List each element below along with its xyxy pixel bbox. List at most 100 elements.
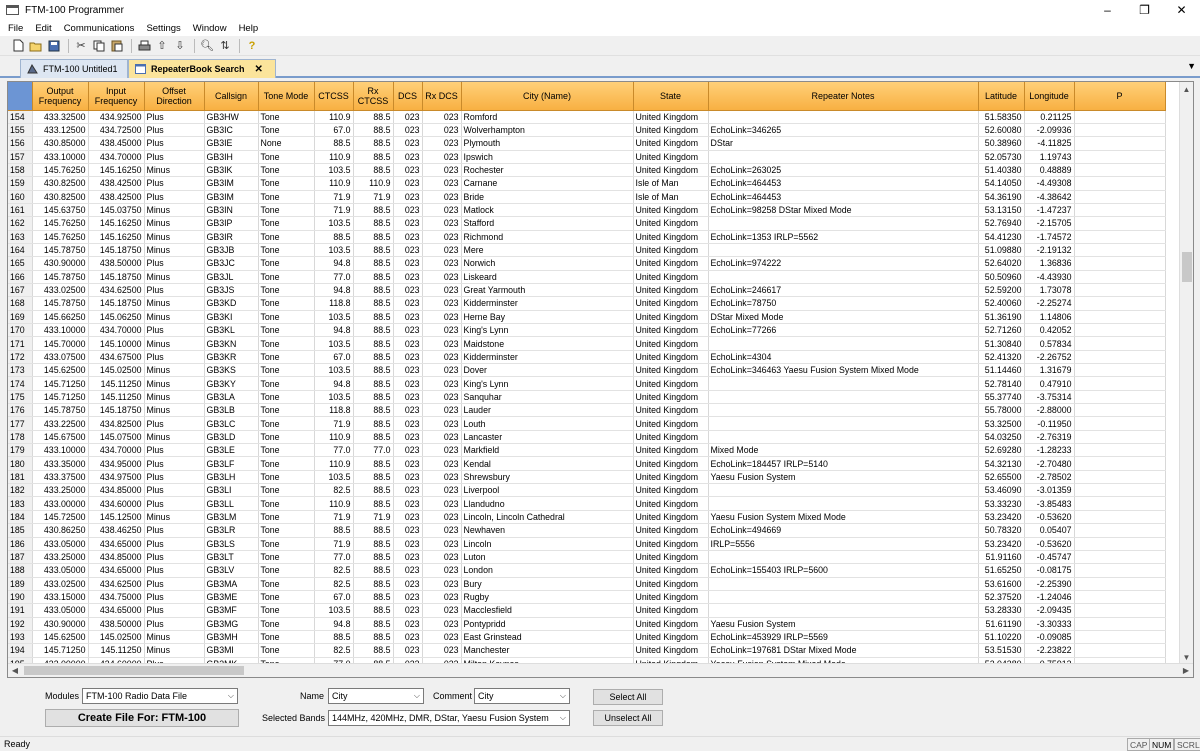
table-row[interactable]: 170 433.10000 434.70000 Plus GB3KL Tone 94.8 88… xyxy=(8,323,1166,338)
rx-ctcss-cell[interactable]: 88.5 xyxy=(353,577,394,591)
offset-direction-cell[interactable]: Minus xyxy=(144,390,205,405)
rx-dcs-cell[interactable]: 023 xyxy=(422,123,462,138)
ctcss-cell[interactable]: 82.5 xyxy=(314,577,354,591)
move-down-icon[interactable]: ⇩ xyxy=(172,38,188,54)
callsign-cell[interactable]: GB3KY xyxy=(204,376,259,391)
tone-mode-cell[interactable]: Tone xyxy=(258,643,315,658)
p-cell[interactable] xyxy=(1074,310,1166,325)
rx-ctcss-cell[interactable]: 88.5 xyxy=(353,243,394,258)
tone-mode-cell[interactable]: Tone xyxy=(258,630,315,645)
rx-dcs-cell[interactable]: 023 xyxy=(422,176,462,191)
state-cell[interactable]: United Kingdom xyxy=(633,563,709,578)
input-frequency-cell[interactable]: 145.16250 xyxy=(88,163,145,178)
longitude-cell[interactable]: -2.09435 xyxy=(1024,603,1075,618)
column-header[interactable]: City (Name) xyxy=(461,82,634,111)
latitude-cell[interactable]: 50.38960 xyxy=(978,136,1025,151)
city-cell[interactable]: Ipswich xyxy=(461,150,634,164)
dcs-cell[interactable]: 023 xyxy=(393,537,423,551)
repeater-notes-cell[interactable] xyxy=(708,336,979,351)
rx-dcs-cell[interactable]: 023 xyxy=(422,376,462,391)
longitude-cell[interactable]: 0.05407 xyxy=(1024,523,1075,538)
callsign-cell[interactable]: GB3LR xyxy=(204,523,259,538)
open-icon[interactable] xyxy=(28,38,44,54)
offset-direction-cell[interactable]: Plus xyxy=(144,136,205,151)
rx-dcs-cell[interactable]: 023 xyxy=(422,336,462,351)
rx-ctcss-cell[interactable]: 110.9 xyxy=(353,176,394,191)
rx-dcs-cell[interactable]: 023 xyxy=(422,203,462,218)
callsign-cell[interactable]: GB3MH xyxy=(204,630,259,645)
row-number[interactable]: 189 xyxy=(8,577,33,591)
repeater-notes-cell[interactable] xyxy=(708,243,979,258)
longitude-cell[interactable]: -2.70480 xyxy=(1024,456,1075,471)
offset-direction-cell[interactable]: Minus xyxy=(144,403,205,418)
callsign-cell[interactable]: GB3KR xyxy=(204,350,259,365)
longitude-cell[interactable]: -4.49308 xyxy=(1024,176,1075,191)
ctcss-cell[interactable]: 82.5 xyxy=(314,483,354,498)
print-icon[interactable] xyxy=(136,38,152,54)
tone-mode-cell[interactable]: Tone xyxy=(258,376,315,391)
input-frequency-cell[interactable]: 434.95000 xyxy=(88,456,145,471)
rx-dcs-cell[interactable]: 023 xyxy=(422,510,462,525)
output-frequency-cell[interactable]: 145.71250 xyxy=(32,376,89,391)
tone-mode-cell[interactable]: None xyxy=(258,136,315,151)
rx-ctcss-cell[interactable]: 88.5 xyxy=(353,216,394,231)
state-cell[interactable]: United Kingdom xyxy=(633,363,709,378)
offset-direction-cell[interactable]: Minus xyxy=(144,376,205,391)
ctcss-cell[interactable]: 103.5 xyxy=(314,336,354,351)
output-frequency-cell[interactable]: 433.10000 xyxy=(32,323,89,338)
repeater-notes-cell[interactable]: EchoLink=346265 xyxy=(708,123,979,138)
menu-window[interactable]: Window xyxy=(193,23,227,34)
rx-dcs-cell[interactable]: 023 xyxy=(422,136,462,151)
longitude-cell[interactable]: -4.11825 xyxy=(1024,136,1075,151)
dcs-cell[interactable]: 023 xyxy=(393,390,423,405)
unselect-all-button[interactable]: Unselect All xyxy=(593,710,663,726)
row-number[interactable]: 158 xyxy=(8,163,33,178)
offset-direction-cell[interactable]: Plus xyxy=(144,123,205,138)
repeater-notes-cell[interactable]: Yaesu Fusion System Mixed Mode xyxy=(708,510,979,525)
rx-ctcss-cell[interactable]: 88.5 xyxy=(353,470,394,485)
ctcss-cell[interactable]: 118.8 xyxy=(314,403,354,418)
state-cell[interactable]: United Kingdom xyxy=(633,617,709,631)
output-frequency-cell[interactable]: 433.07500 xyxy=(32,350,89,365)
longitude-cell[interactable]: 1.73078 xyxy=(1024,283,1075,298)
scroll-up-icon[interactable]: ▲ xyxy=(1180,82,1193,96)
latitude-cell[interactable]: 51.58350 xyxy=(978,110,1025,124)
latitude-cell[interactable]: 53.23420 xyxy=(978,510,1025,525)
longitude-cell[interactable]: -2.25274 xyxy=(1024,296,1075,311)
callsign-cell[interactable]: GB3MA xyxy=(204,577,259,591)
output-frequency-cell[interactable]: 433.10000 xyxy=(32,443,89,458)
rx-dcs-cell[interactable]: 023 xyxy=(422,350,462,365)
output-frequency-cell[interactable]: 145.78750 xyxy=(32,243,89,258)
tone-mode-cell[interactable]: Tone xyxy=(258,577,315,591)
offset-direction-cell[interactable]: Minus xyxy=(144,230,205,244)
latitude-cell[interactable]: 52.78140 xyxy=(978,376,1025,391)
ctcss-cell[interactable]: 103.5 xyxy=(314,603,354,618)
latitude-cell[interactable]: 52.40060 xyxy=(978,296,1025,311)
table-row[interactable]: 192 430.90000 438.50000 Plus GB3MG Tone 94.8 88… xyxy=(8,617,1166,631)
input-frequency-cell[interactable]: 145.02500 xyxy=(88,630,145,645)
repeater-notes-cell[interactable]: EchoLink=263025 xyxy=(708,163,979,178)
ctcss-cell[interactable]: 103.5 xyxy=(314,163,354,178)
p-cell[interactable] xyxy=(1074,496,1166,511)
longitude-cell[interactable]: -3.30333 xyxy=(1024,617,1075,631)
repeater-notes-cell[interactable] xyxy=(708,496,979,511)
dcs-cell[interactable]: 023 xyxy=(393,336,423,351)
rx-ctcss-cell[interactable]: 88.5 xyxy=(353,563,394,578)
output-frequency-cell[interactable]: 145.71250 xyxy=(32,643,89,658)
longitude-cell[interactable]: 1.19743 xyxy=(1024,150,1075,164)
ctcss-cell[interactable]: 103.5 xyxy=(314,470,354,485)
input-frequency-cell[interactable]: 434.72500 xyxy=(88,123,145,138)
row-number[interactable]: 169 xyxy=(8,310,33,325)
row-number[interactable]: 163 xyxy=(8,230,33,244)
rx-dcs-cell[interactable]: 023 xyxy=(422,323,462,338)
repeater-notes-cell[interactable]: IRLP=5556 xyxy=(708,537,979,551)
callsign-cell[interactable]: GB3MG xyxy=(204,617,259,631)
table-row[interactable]: 181 433.37500 434.97500 Plus GB3LH Tone 103.5 8… xyxy=(8,470,1166,485)
latitude-cell[interactable]: 52.76940 xyxy=(978,216,1025,231)
ctcss-cell[interactable]: 88.5 xyxy=(314,523,354,538)
row-number[interactable]: 176 xyxy=(8,403,33,418)
repeater-notes-cell[interactable] xyxy=(708,376,979,391)
offset-direction-cell[interactable]: Plus xyxy=(144,590,205,605)
ctcss-cell[interactable]: 94.8 xyxy=(314,376,354,391)
rx-ctcss-cell[interactable]: 71.9 xyxy=(353,190,394,204)
